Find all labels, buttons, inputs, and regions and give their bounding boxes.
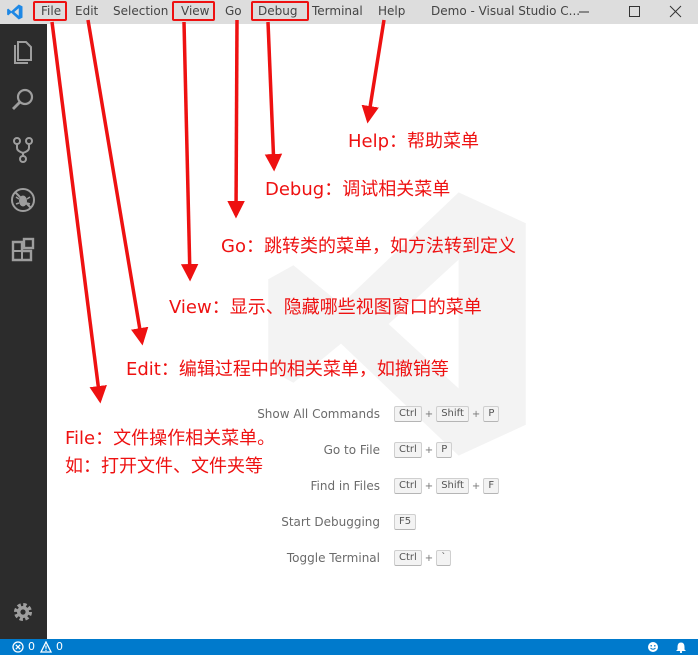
annotation-file-line2: 如：打开文件、文件夹等 — [65, 456, 263, 477]
error-icon[interactable] — [12, 641, 24, 653]
shortcut-label: Go to File — [323, 443, 380, 457]
shortcut-keys: Ctrl + Shift + F — [394, 478, 500, 494]
search-icon[interactable] — [9, 86, 37, 114]
error-count[interactable]: 0 — [28, 639, 35, 655]
highlight-file — [33, 1, 67, 21]
gear-icon[interactable] — [9, 598, 37, 626]
annotation-go: Go：跳转类的菜单，如方法转到定义 — [221, 236, 516, 257]
keycap: P — [483, 406, 500, 422]
maximize-icon[interactable] — [611, 0, 657, 24]
keycap: Shift — [436, 406, 469, 422]
vscode-logo-icon — [7, 4, 23, 20]
shortcut-label: Toggle Terminal — [286, 551, 380, 565]
keycap: Ctrl — [394, 442, 422, 458]
key-plus: + — [471, 480, 481, 492]
activity-bar — [0, 24, 47, 639]
keycap: P — [436, 442, 453, 458]
editor-area: Show All Commands Ctrl + Shift + P Go to File C… — [47, 24, 698, 639]
highlight-debug — [251, 1, 309, 21]
menu-edit[interactable]: Edit — [75, 0, 98, 24]
keycap: F — [483, 478, 500, 494]
keycap: Ctrl — [394, 550, 422, 566]
annotation-debug: Debug：调试相关菜单 — [265, 179, 451, 200]
warning-icon[interactable] — [40, 641, 52, 653]
key-plus: + — [471, 408, 481, 420]
extensions-icon[interactable] — [9, 236, 37, 264]
window-title: Demo - Visual Studio C... — [431, 4, 581, 18]
keycap: ` — [436, 550, 452, 566]
status-bar: 0 0 — [0, 639, 698, 655]
shortcut-keys: Ctrl + Shift + P — [394, 406, 500, 422]
title-bar: File Edit Selection View Go Debug Termin… — [0, 0, 698, 24]
keycap: Ctrl — [394, 406, 422, 422]
highlight-view — [172, 1, 215, 21]
keycap: Ctrl — [394, 478, 422, 494]
keycap: Shift — [436, 478, 469, 494]
shortcut-keys: F5 — [394, 514, 417, 530]
menu-selection[interactable]: Selection — [113, 0, 168, 24]
annotation-view: View：显示、隐藏哪些视图窗口的菜单 — [169, 297, 482, 318]
menu-help[interactable]: Help — [378, 0, 405, 24]
menu-terminal[interactable]: Terminal — [312, 0, 363, 24]
smiley-icon[interactable] — [647, 641, 659, 653]
key-plus: + — [424, 552, 434, 564]
shortcut-label: Find in Files — [310, 479, 381, 493]
vscode-watermark-icon — [268, 192, 526, 456]
key-plus: + — [424, 444, 434, 456]
keycap: F5 — [394, 514, 417, 530]
annotation-help: Help：帮助菜单 — [348, 131, 480, 152]
key-plus: + — [424, 408, 434, 420]
shortcut-keys: Ctrl + ` — [394, 550, 452, 566]
shortcut-label: Start Debugging — [281, 515, 380, 529]
source-control-icon[interactable] — [9, 136, 37, 164]
debug-icon[interactable] — [9, 186, 37, 214]
key-plus: + — [424, 480, 434, 492]
minimize-icon[interactable] — [561, 0, 607, 24]
annotation-file-line1: File：文件操作相关菜单。 — [65, 428, 276, 449]
shortcut-keys: Ctrl + P — [394, 442, 453, 458]
explorer-icon[interactable] — [9, 36, 37, 64]
shortcut-label: Show All Commands — [257, 407, 380, 421]
bell-icon[interactable] — [675, 641, 687, 653]
close-icon[interactable] — [652, 0, 698, 24]
annotation-edit: Edit：编辑过程中的相关菜单，如撤销等 — [126, 359, 449, 380]
warning-count[interactable]: 0 — [56, 639, 63, 655]
menu-go[interactable]: Go — [225, 0, 242, 24]
